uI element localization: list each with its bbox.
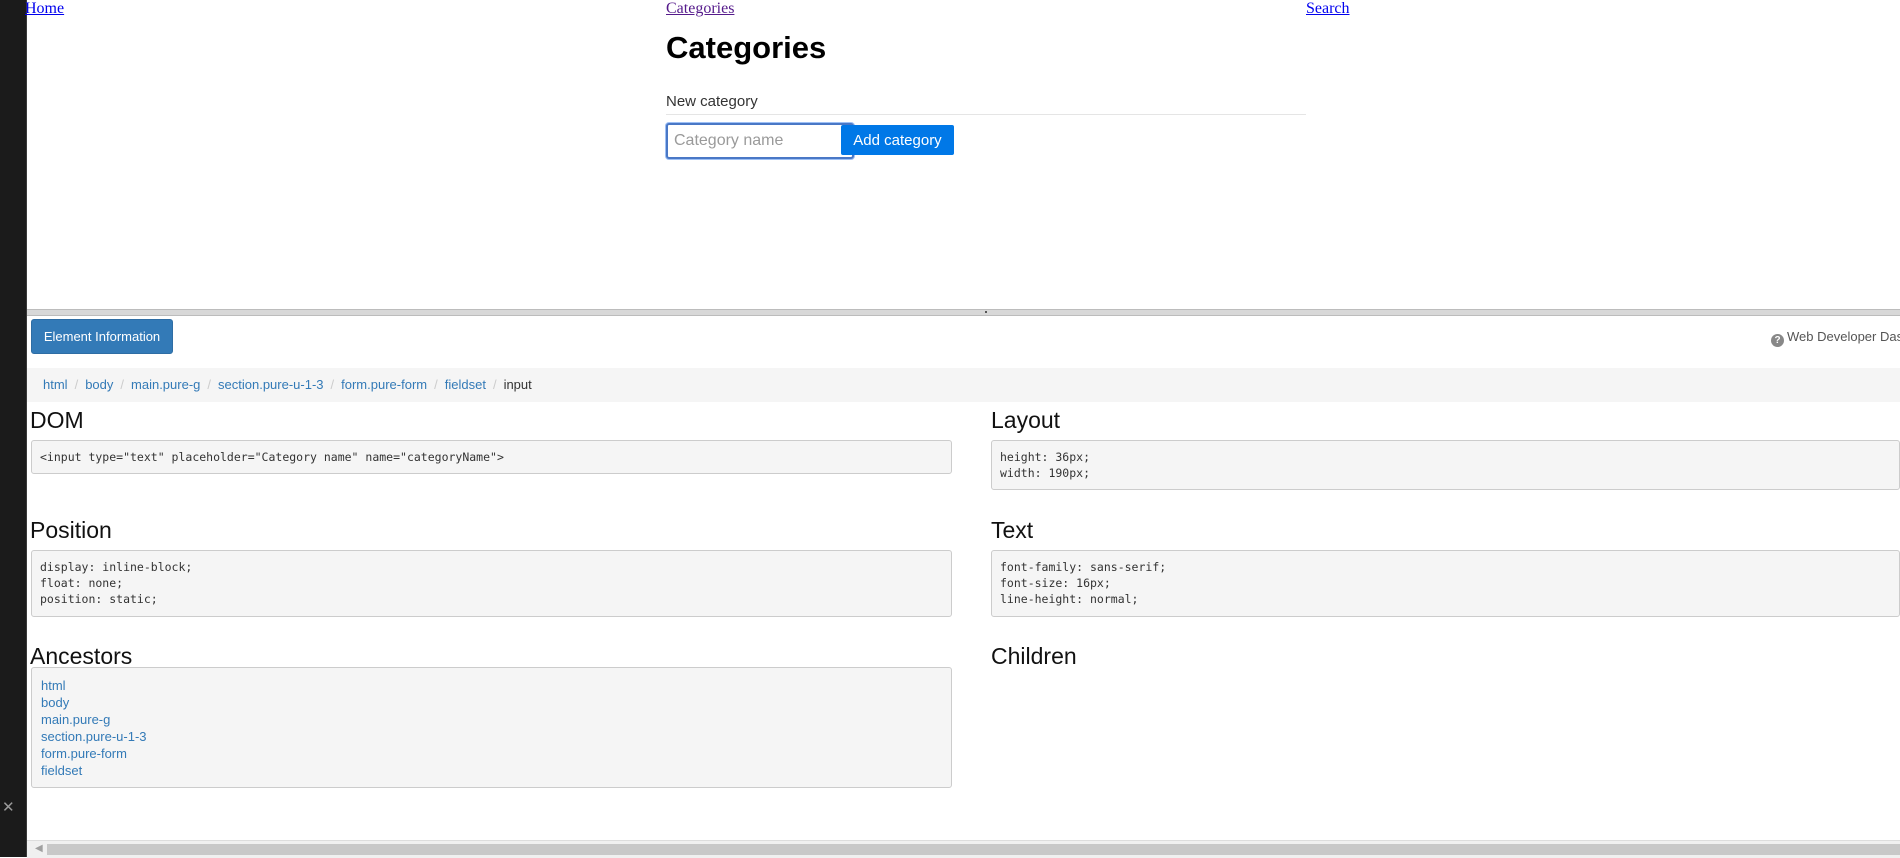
info-icon: ? <box>1771 334 1784 347</box>
layout-code-box: height: 36px; width: 190px; <box>991 440 1900 490</box>
layout-section-title: Layout <box>991 407 1061 433</box>
breadcrumb-separator: / <box>120 377 125 392</box>
ancestors-section-title: Ancestors <box>30 643 133 669</box>
breadcrumb-separator: / <box>207 377 212 392</box>
left-panel-strip: ✕ <box>0 0 27 857</box>
page-content: Home Categories Search Categories New ca… <box>25 0 1900 309</box>
ancestor-main[interactable]: main.pure-g <box>41 711 942 728</box>
text-section-title: Text <box>991 517 1034 543</box>
ancestor-section[interactable]: section.pure-u-1-3 <box>41 728 942 745</box>
position-code-box: display: inline-block; float: none; posi… <box>31 550 952 617</box>
ancestor-body[interactable]: body <box>41 694 942 711</box>
element-information-tab[interactable]: Element Information <box>31 319 173 354</box>
dashboard-brand: ? Web Developer Das <box>1771 329 1900 347</box>
breadcrumb-form[interactable]: form.pure-form <box>341 377 427 392</box>
page-title: Categories <box>666 30 827 65</box>
breadcrumb-input-current: input <box>503 377 532 392</box>
ancestor-form[interactable]: form.pure-form <box>41 745 942 762</box>
nav-link-categories[interactable]: Categories <box>666 0 734 18</box>
breadcrumb-separator: / <box>434 377 438 392</box>
dashboard-brand-label: Web Developer Das <box>1787 329 1900 344</box>
breadcrumb-fieldset[interactable]: fieldset <box>445 377 486 392</box>
breadcrumb-separator: / <box>74 377 79 392</box>
close-icon[interactable]: ✕ <box>2 798 15 816</box>
ancestor-html[interactable]: html <box>41 677 942 694</box>
arrow-left-icon[interactable]: ◀ <box>35 843 43 854</box>
breadcrumb-separator: / <box>330 377 335 392</box>
position-section-title: Position <box>30 517 112 543</box>
form-legend: New category <box>666 93 1306 115</box>
add-category-button[interactable]: Add category <box>841 125 954 155</box>
dom-section-title: DOM <box>30 407 84 433</box>
children-section-title: Children <box>991 643 1077 669</box>
text-code-box: font-family: sans-serif; font-size: 16px… <box>991 550 1900 617</box>
scrollbar-thumb[interactable] <box>47 844 1900 855</box>
category-name-input[interactable] <box>666 123 854 159</box>
breadcrumb-body[interactable]: body <box>85 377 113 392</box>
dom-code-box: <input type="text" placeholder="Category… <box>31 440 952 474</box>
breadcrumb: html / body / main.pure-g / section.pure-u-1-3… <box>27 368 1900 402</box>
nav-link-home[interactable]: Home <box>25 0 64 18</box>
ancestors-list: html body main.pure-g section.pure-u-1-3… <box>31 667 952 788</box>
breadcrumb-main[interactable]: main.pure-g <box>131 377 200 392</box>
breadcrumb-html[interactable]: html <box>43 377 68 392</box>
breadcrumb-separator: / <box>492 377 497 392</box>
nav-link-search[interactable]: Search <box>1306 0 1350 18</box>
horizontal-scrollbar[interactable]: ◀ <box>27 840 1900 858</box>
web-developer-dashboard: Element Information ? Web Developer Das h… <box>27 316 1900 857</box>
panel-resize-handle[interactable] <box>27 309 1900 316</box>
breadcrumb-section[interactable]: section.pure-u-1-3 <box>218 377 324 392</box>
ancestor-fieldset[interactable]: fieldset <box>41 762 942 779</box>
resize-grip-dot <box>985 311 987 313</box>
